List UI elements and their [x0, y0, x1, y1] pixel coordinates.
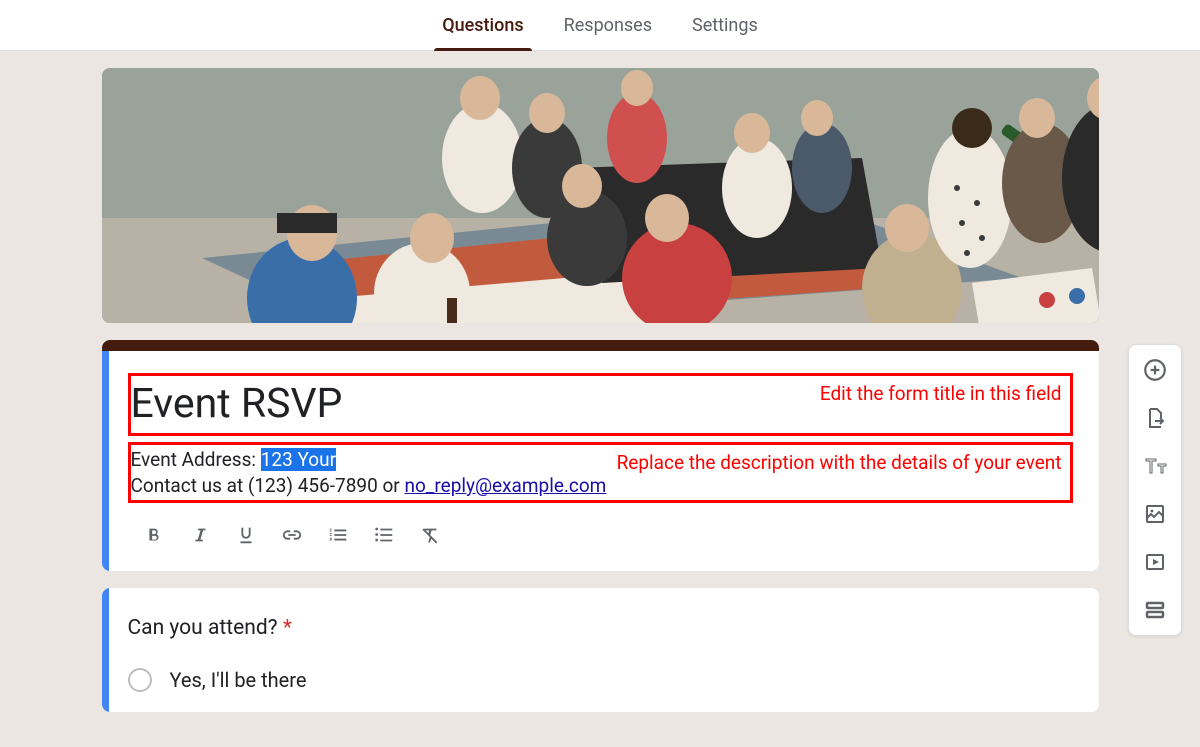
underline-icon[interactable]: [226, 517, 266, 553]
question-left-accent: [102, 588, 109, 712]
tab-settings[interactable]: Settings: [672, 0, 778, 51]
title-card-left-accent: [102, 351, 109, 571]
add-title-icon[interactable]: [1140, 451, 1170, 481]
bulleted-list-icon[interactable]: [364, 517, 404, 553]
form-title-field[interactable]: Edit the form title in this field Event …: [128, 373, 1073, 436]
annotation-title: Edit the form title in this field: [820, 382, 1062, 405]
link-icon[interactable]: [272, 517, 312, 553]
clear-formatting-icon[interactable]: [410, 517, 450, 553]
desc-email-link[interactable]: no_reply@example.com: [404, 474, 606, 497]
required-asterisk: *: [283, 616, 292, 640]
add-section-icon[interactable]: [1140, 595, 1170, 625]
title-card: Edit the form title in this field Event …: [102, 340, 1099, 571]
desc-line2-pre: Contact us at (123) 456-7890 or: [131, 474, 405, 497]
body-area: Edit the form title in this field Event …: [0, 51, 1200, 747]
form-description-field[interactable]: Replace the description with the details…: [128, 442, 1073, 503]
question-title[interactable]: Can you attend? *: [128, 616, 1073, 640]
title-card-accent: [102, 340, 1099, 351]
question-card[interactable]: Can you attend? * Yes, I'll be there: [102, 588, 1099, 712]
side-toolbar: [1128, 344, 1182, 636]
import-questions-icon[interactable]: [1140, 403, 1170, 433]
format-toolbar: [128, 517, 1073, 553]
add-question-icon[interactable]: [1140, 355, 1170, 385]
add-video-icon[interactable]: [1140, 547, 1170, 577]
desc-line-2: Contact us at (123) 456-7890 or no_reply…: [131, 473, 1068, 499]
tabs-bar: Questions Responses Settings: [0, 0, 1200, 51]
tab-responses[interactable]: Responses: [544, 0, 672, 51]
tab-questions[interactable]: Questions: [422, 0, 543, 51]
question-title-text: Can you attend?: [128, 616, 283, 640]
numbered-list-icon[interactable]: [318, 517, 358, 553]
bold-icon[interactable]: [134, 517, 174, 553]
header-image[interactable]: [102, 68, 1099, 323]
option-row-1[interactable]: Yes, I'll be there: [128, 668, 1073, 692]
radio-icon[interactable]: [128, 668, 152, 692]
italic-icon[interactable]: [180, 517, 220, 553]
desc-prefix: Event Address:: [131, 448, 261, 471]
annotation-description: Replace the description with the details…: [617, 451, 1062, 474]
option-label: Yes, I'll be there: [170, 668, 307, 692]
desc-highlight: 123 Your: [261, 448, 336, 471]
add-image-icon[interactable]: [1140, 499, 1170, 529]
